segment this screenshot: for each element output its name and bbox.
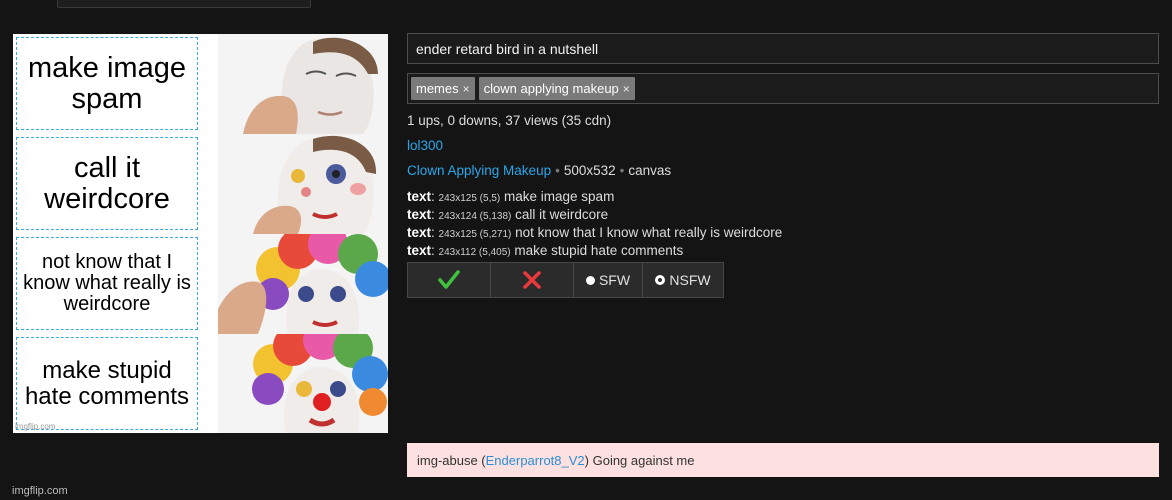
separator-dot: • bbox=[619, 163, 625, 178]
text-box-entry: text: 243x125 (5,271) not know that I kn… bbox=[407, 225, 783, 240]
tag-label: memes bbox=[416, 81, 459, 96]
nsfw-radio-button[interactable]: NSFW bbox=[642, 262, 724, 298]
reject-button[interactable] bbox=[490, 262, 574, 298]
text-box-meta: 243x112 (5,405) bbox=[438, 247, 511, 258]
sfw-radio-button[interactable]: SFW bbox=[573, 262, 643, 298]
radio-checked-icon bbox=[655, 275, 666, 285]
template-link[interactable]: Clown Applying Makeup bbox=[407, 163, 551, 178]
image-dimensions: 500x532 bbox=[563, 163, 616, 178]
radio-unchecked-icon bbox=[585, 275, 595, 285]
tag-label: clown applying makeup bbox=[483, 81, 619, 96]
template-info: Clown Applying Makeup • 500x532 • canvas bbox=[407, 163, 671, 178]
meme-watermark: imgflip.com bbox=[15, 422, 56, 431]
clown-face-image bbox=[218, 134, 388, 234]
text-box-meta: 243x124 (5,138) bbox=[438, 211, 512, 222]
tag-chip: clown applying makeup × bbox=[478, 77, 635, 100]
meme-text-box[interactable]: make image spam bbox=[16, 37, 198, 130]
text-key: text bbox=[407, 243, 432, 258]
meme-image: make image spam call it weirdcore not kn… bbox=[13, 34, 388, 433]
tags-input[interactable]: memes × clown applying makeup × bbox=[407, 73, 1159, 104]
tag-chip: memes × bbox=[411, 77, 475, 100]
tag-remove-icon[interactable]: × bbox=[623, 82, 630, 96]
approve-button[interactable] bbox=[407, 262, 491, 298]
text-box-list: text: 243x125 (5,5) make image spam text… bbox=[407, 189, 782, 261]
meme-panel: make stupid hate comments bbox=[13, 334, 388, 433]
meme-panel: not know that I know what really is weir… bbox=[13, 234, 388, 334]
text-box-entry: text: 243x125 (5,5) make image spam bbox=[407, 189, 615, 204]
separator-dot: • bbox=[555, 163, 560, 178]
moderation-bar: SFW NSFW bbox=[407, 262, 724, 298]
clown-face-image bbox=[218, 34, 388, 134]
username-link[interactable]: lol300 bbox=[407, 138, 443, 153]
text-box-value: make image spam bbox=[504, 189, 615, 204]
text-key: text bbox=[407, 225, 432, 240]
report-prefix: img-abuse ( bbox=[417, 452, 486, 468]
title-input[interactable] bbox=[407, 33, 1159, 64]
sfw-label: SFW bbox=[598, 272, 631, 288]
meme-panel: make image spam bbox=[13, 34, 388, 134]
report-suffix: ) Going against me bbox=[584, 452, 695, 468]
text-box-value: not know that I know what really is weir… bbox=[515, 225, 783, 240]
meme-panel: call it weirdcore bbox=[13, 134, 388, 234]
meme-text-box[interactable]: make stupid hate comments bbox=[16, 337, 198, 430]
text-box-value: make stupid hate comments bbox=[514, 243, 684, 258]
site-footer-text: imgflip.com bbox=[12, 485, 68, 497]
x-icon bbox=[523, 271, 541, 289]
clown-face-image bbox=[218, 334, 388, 433]
abuse-report: img-abuse (Enderparrot8_V2) Going agains… bbox=[407, 443, 1159, 477]
text-box-meta: 243x125 (5,271) bbox=[438, 229, 512, 240]
view-stats: 1 ups, 0 downs, 37 views (35 cdn) bbox=[407, 113, 612, 128]
text-box-meta: 243x125 (5,5) bbox=[438, 193, 501, 204]
text-key: text bbox=[407, 189, 432, 204]
tag-remove-icon[interactable]: × bbox=[463, 82, 470, 96]
text-box-entry: text: 243x112 (5,405) make stupid hate c… bbox=[407, 243, 684, 258]
top-input-stub bbox=[57, 0, 311, 8]
nsfw-label: NSFW bbox=[669, 272, 711, 288]
meme-text-box[interactable]: not know that I know what really is weir… bbox=[16, 237, 198, 330]
text-key: text bbox=[407, 207, 432, 222]
text-box-entry: text: 243x124 (5,138) call it weirdcore bbox=[407, 207, 609, 222]
report-user-link[interactable]: Enderparrot8_V2 bbox=[486, 453, 585, 468]
clown-face-image bbox=[218, 234, 388, 334]
check-icon bbox=[438, 270, 460, 289]
canvas-label: canvas bbox=[628, 163, 672, 178]
meme-text-box[interactable]: call it weirdcore bbox=[16, 137, 198, 230]
text-box-value: call it weirdcore bbox=[515, 207, 609, 222]
